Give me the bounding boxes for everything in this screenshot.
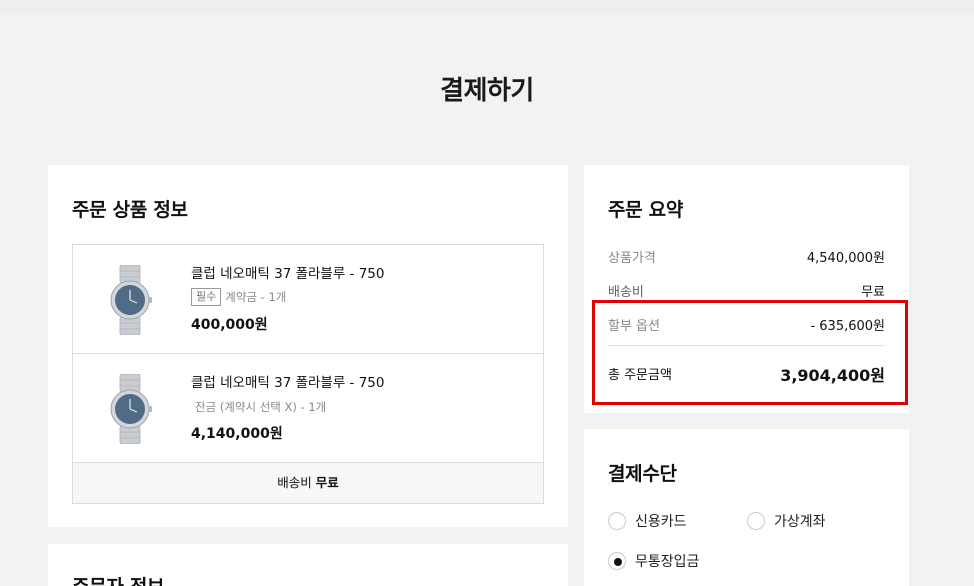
radio-button[interactable] xyxy=(608,512,626,530)
payment-option-bank-transfer[interactable]: 무통장입금 xyxy=(608,551,699,571)
payment-option-label: 가상계좌 xyxy=(774,514,826,530)
product-option-text: 계약금 - 1개 xyxy=(225,290,287,304)
page-title: 결제하기 xyxy=(440,76,534,106)
payment-option-label: 신용카드 xyxy=(635,514,687,530)
required-tag: 필수 xyxy=(191,288,222,306)
order-summary-title: 주문 요약 xyxy=(608,199,684,221)
product-option: 필수 계약금 - 1개 xyxy=(191,288,286,306)
shipping-value: 무료 xyxy=(315,475,339,490)
order-products-title: 주문 상품 정보 xyxy=(72,199,188,221)
summary-value: 4,540,000원 xyxy=(806,251,885,266)
product-item: 클럽 네오매틱 37 폴라블루 - 750 필수 계약금 - 1개 400,00… xyxy=(73,245,543,354)
shipping-fee-row: 배송비 무료 xyxy=(73,463,543,503)
payment-method-panel: 결제수단 신용카드 가상계좌 무통장입금 xyxy=(584,429,909,586)
product-price: 400,000원 xyxy=(191,317,268,333)
summary-label: 배송비 xyxy=(608,285,644,300)
order-products-panel: 주문 상품 정보 클럽 네오매틱 37 폴라블루 - 750 필수 계약금 - … xyxy=(48,165,568,527)
watch-image xyxy=(110,374,152,444)
top-bar xyxy=(0,0,974,14)
summary-label: 상품가격 xyxy=(608,251,656,266)
product-option-text: 잔금 (계약시 선택 X) - 1개 xyxy=(195,400,327,414)
payment-option-credit-card[interactable]: 신용카드 xyxy=(608,511,687,531)
product-item: 클럽 네오매틱 37 폴라블루 - 750 잔금 (계약시 선택 X) - 1개… xyxy=(73,354,543,463)
payment-method-title: 결제수단 xyxy=(608,463,677,485)
product-list: 클럽 네오매틱 37 폴라블루 - 750 필수 계약금 - 1개 400,00… xyxy=(72,244,544,504)
payment-option-virtual-account[interactable]: 가상계좌 xyxy=(747,511,826,531)
summary-value: 무료 xyxy=(861,285,885,300)
product-price: 4,140,000원 xyxy=(191,426,283,442)
payment-option-label: 무통장입금 xyxy=(635,554,700,570)
radio-button[interactable] xyxy=(747,512,765,530)
orderer-info-title: 주문자 정보 xyxy=(72,572,165,586)
watch-image xyxy=(110,265,152,335)
product-name: 클럽 네오매틱 37 폴라블루 - 750 xyxy=(191,266,385,282)
product-name: 클럽 네오매틱 37 폴라블루 - 750 xyxy=(191,375,385,391)
shipping-label: 배송비 xyxy=(277,475,312,490)
orderer-info-panel: 주문자 정보 xyxy=(48,544,568,586)
highlight-box xyxy=(592,300,908,405)
radio-button[interactable] xyxy=(608,552,626,570)
product-option: 잔금 (계약시 선택 X) - 1개 xyxy=(195,399,326,415)
